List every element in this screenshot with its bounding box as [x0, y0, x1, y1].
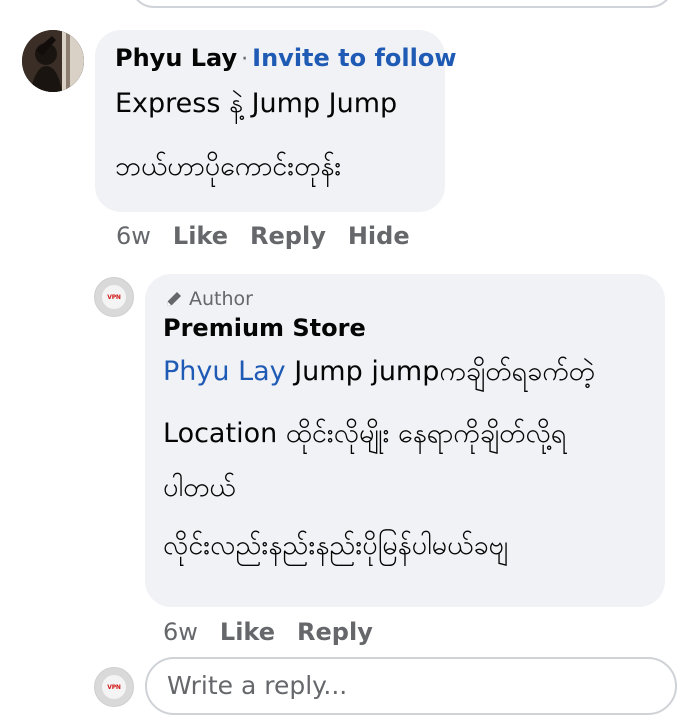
like-button[interactable]: Like — [173, 222, 228, 250]
separator-dot: · — [241, 47, 249, 72]
comment-actions: 6w Like Reply Hide — [116, 222, 432, 250]
commenter-name[interactable]: Phyu Lay — [115, 44, 237, 72]
reply-text-line: Phyu Lay Jump jumpကချိတ်ရခက်တဲ့ — [163, 356, 595, 388]
pencil-icon — [167, 292, 181, 306]
logo-text: VPN — [107, 293, 121, 301]
vpn-logo-icon: VPN — [102, 285, 126, 309]
reply-button[interactable]: Reply — [297, 618, 373, 646]
author-badge-label: Author — [189, 288, 253, 310]
reply-text-line: လိုင်းလည်းနည်းနည်းပိုမြန်ပါမယ်ခဗျ — [163, 530, 509, 561]
invite-to-follow-link[interactable]: Invite to follow — [252, 44, 456, 72]
previous-reply-input — [130, 0, 674, 8]
reply-bubble: Author Premium Store Phyu Lay Jump jumpက… — [145, 274, 665, 607]
reply-text-line: Location ထိုင်းလိုမျိုး နေရာကိုချိတ်လို့… — [163, 418, 567, 449]
reply-text-line: ပါတယ် — [163, 472, 236, 503]
hide-button[interactable]: Hide — [348, 222, 410, 250]
mention-link[interactable]: Phyu Lay — [163, 356, 286, 387]
comment-timestamp[interactable]: 6w — [116, 222, 151, 250]
composer-avatar: VPN — [94, 667, 134, 707]
comment-text-line: ဘယ်ဟာပိုကောင်းတုန်း — [115, 151, 342, 182]
user-avatar[interactable] — [22, 30, 84, 92]
comment-text-line: Express နဲ့ Jump Jump — [115, 88, 398, 119]
logo-text: VPN — [107, 683, 121, 691]
page-name[interactable]: Premium Store — [163, 314, 366, 342]
reply-placeholder: Write a reply... — [167, 671, 348, 700]
comment-header: Phyu Lay · Invite to follow — [115, 44, 457, 72]
reply-button[interactable]: Reply — [250, 222, 326, 250]
vpn-logo-icon: VPN — [102, 675, 126, 699]
reply-timestamp[interactable]: 6w — [163, 618, 198, 646]
page-avatar[interactable]: VPN — [94, 277, 134, 317]
like-button[interactable]: Like — [220, 618, 275, 646]
reply-text: Jump jumpကချိတ်ရခက်တဲ့ — [285, 356, 595, 387]
comment-bubble: Phyu Lay · Invite to follow Express နဲ့ Ju… — [95, 30, 457, 212]
reply-actions: 6w Like Reply — [163, 618, 395, 646]
silhouette-photo — [22, 30, 84, 92]
write-reply-input[interactable]: Write a reply... — [145, 657, 677, 715]
author-badge: Author — [165, 288, 253, 310]
